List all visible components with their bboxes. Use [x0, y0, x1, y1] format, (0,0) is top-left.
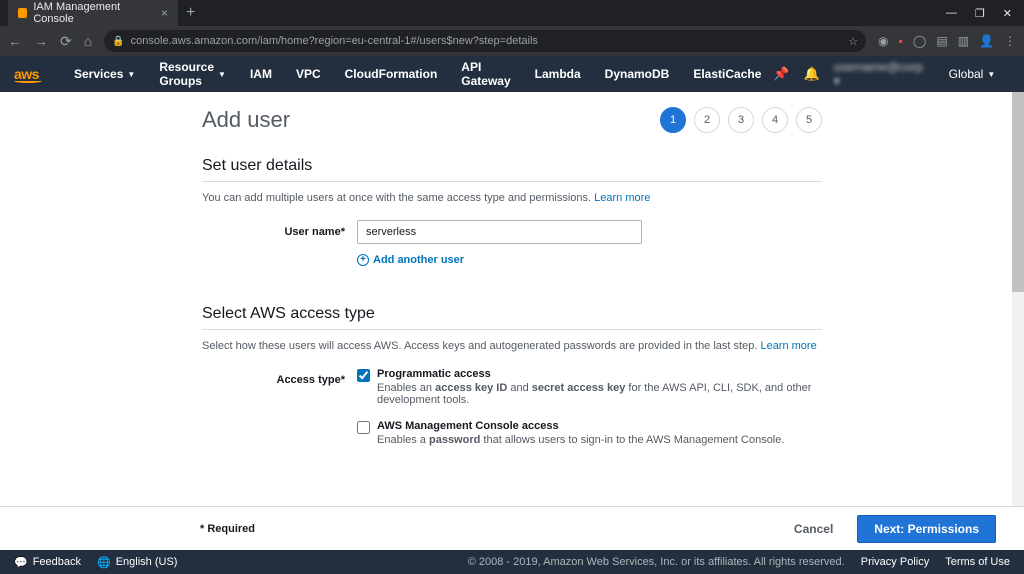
- username-label: User name*: [202, 220, 357, 267]
- nav-lambda[interactable]: Lambda: [523, 67, 593, 81]
- console-access-title: AWS Management Console access: [377, 420, 822, 432]
- main-content: Add user 1 2 3 4 5 Set user details You …: [0, 92, 1024, 506]
- required-note: * Required: [200, 523, 255, 535]
- plus-circle-icon: +: [357, 254, 369, 266]
- action-bar: * Required Cancel Next: Permissions: [0, 506, 1024, 550]
- home-icon[interactable]: ⌂: [84, 33, 92, 49]
- aws-logo[interactable]: aws: [14, 66, 42, 83]
- learn-more-link[interactable]: Learn more: [594, 192, 650, 204]
- profile-icon[interactable]: 👤: [979, 34, 994, 48]
- extension-icon[interactable]: ◯: [913, 34, 926, 48]
- bookmark-star-icon[interactable]: ☆: [848, 35, 858, 48]
- pin-icon[interactable]: 📌: [773, 66, 789, 82]
- chevron-down-icon: ▼: [987, 70, 995, 79]
- section-access-title: Select AWS access type: [202, 305, 822, 323]
- step-4[interactable]: 4: [762, 107, 788, 133]
- menu-icon[interactable]: ⋮: [1004, 34, 1016, 48]
- console-access-desc: Enables a password that allows users to …: [377, 434, 784, 446]
- divider: [202, 329, 822, 330]
- divider: [202, 181, 822, 182]
- add-another-user-link[interactable]: + Add another user: [357, 254, 464, 266]
- wizard-steps: 1 2 3 4 5: [660, 107, 822, 133]
- nav-resource-groups[interactable]: Resource Groups▼: [147, 60, 238, 88]
- window-close-icon[interactable]: ✕: [1003, 7, 1012, 20]
- programmatic-access-desc: Enables an access key ID and secret acce…: [377, 382, 811, 406]
- page-title: Add user: [202, 107, 290, 133]
- access-type-label: Access type*: [202, 368, 357, 460]
- programmatic-access-title: Programmatic access: [377, 368, 822, 380]
- account-menu[interactable]: username@corp ▾: [834, 60, 923, 88]
- step-2[interactable]: 2: [694, 107, 720, 133]
- footer: 💬 Feedback 🌐 English (US) © 2008 - 2019,…: [0, 550, 1024, 574]
- nav-elasticache[interactable]: ElastiCache: [681, 67, 773, 81]
- username-input[interactable]: [357, 220, 642, 244]
- browser-tab-strip: IAM Management Console × + — ❐ ✕: [0, 0, 1024, 26]
- window-maximize-icon[interactable]: ❐: [975, 7, 985, 20]
- tab-close-icon[interactable]: ×: [161, 6, 168, 20]
- terms-link[interactable]: Terms of Use: [945, 556, 1010, 568]
- nav-dynamodb[interactable]: DynamoDB: [593, 67, 682, 81]
- new-tab-button[interactable]: +: [186, 4, 195, 22]
- console-access-checkbox[interactable]: [357, 421, 370, 434]
- privacy-link[interactable]: Privacy Policy: [861, 556, 929, 568]
- nav-services[interactable]: Services▼: [62, 67, 147, 81]
- browser-toolbar: ← → ⟳ ⌂ 🔒 console.aws.amazon.com/iam/hom…: [0, 26, 1024, 56]
- scrollbar[interactable]: [1012, 92, 1024, 506]
- window-controls: — ❐ ✕: [946, 7, 1024, 20]
- step-3[interactable]: 3: [728, 107, 754, 133]
- nav-vpc[interactable]: VPC: [284, 67, 333, 81]
- nav-apigateway[interactable]: API Gateway: [449, 60, 522, 88]
- section-user-details-help: You can add multiple users at once with …: [202, 192, 822, 204]
- extension-icon[interactable]: ◉: [878, 34, 888, 48]
- cancel-button[interactable]: Cancel: [780, 516, 847, 542]
- extension-icon[interactable]: ▤: [936, 34, 947, 48]
- extension-icon[interactable]: ▪: [899, 34, 903, 48]
- url-text: console.aws.amazon.com/iam/home?region=e…: [131, 35, 538, 47]
- extension-icons: ◉ ▪ ◯ ▤ ▥ 👤 ⋮: [878, 34, 1016, 48]
- programmatic-access-checkbox[interactable]: [357, 369, 370, 382]
- nav-iam[interactable]: IAM: [238, 67, 284, 81]
- forward-icon[interactable]: →: [34, 33, 48, 49]
- reload-icon[interactable]: ⟳: [60, 33, 72, 50]
- tab-title: IAM Management Console: [33, 1, 155, 25]
- next-permissions-button[interactable]: Next: Permissions: [857, 515, 996, 543]
- url-bar[interactable]: 🔒 console.aws.amazon.com/iam/home?region…: [104, 30, 866, 52]
- step-5[interactable]: 5: [796, 107, 822, 133]
- tab-favicon: [18, 8, 27, 18]
- nav-cloudformation[interactable]: CloudFormation: [333, 67, 450, 81]
- step-1[interactable]: 1: [660, 107, 686, 133]
- back-icon[interactable]: ←: [8, 33, 22, 49]
- window-minimize-icon[interactable]: —: [946, 7, 957, 20]
- aws-header: aws Services▼ Resource Groups▼ IAM VPC C…: [0, 56, 1024, 92]
- bell-icon[interactable]: 🔔: [804, 66, 820, 82]
- language-selector[interactable]: 🌐 English (US): [97, 556, 177, 569]
- copyright-text: © 2008 - 2019, Amazon Web Services, Inc.…: [468, 556, 845, 568]
- feedback-link[interactable]: 💬 Feedback: [14, 556, 81, 569]
- section-access-help: Select how these users will access AWS. …: [202, 340, 822, 352]
- chevron-down-icon: ▼: [127, 70, 135, 79]
- lock-icon: 🔒: [112, 36, 124, 47]
- region-menu[interactable]: Global▼: [937, 67, 1008, 81]
- extension-icon[interactable]: ▥: [958, 34, 969, 48]
- browser-tab[interactable]: IAM Management Console ×: [8, 0, 178, 30]
- learn-more-link[interactable]: Learn more: [760, 340, 816, 352]
- section-user-details-title: Set user details: [202, 157, 822, 175]
- chevron-down-icon: ▼: [218, 70, 226, 79]
